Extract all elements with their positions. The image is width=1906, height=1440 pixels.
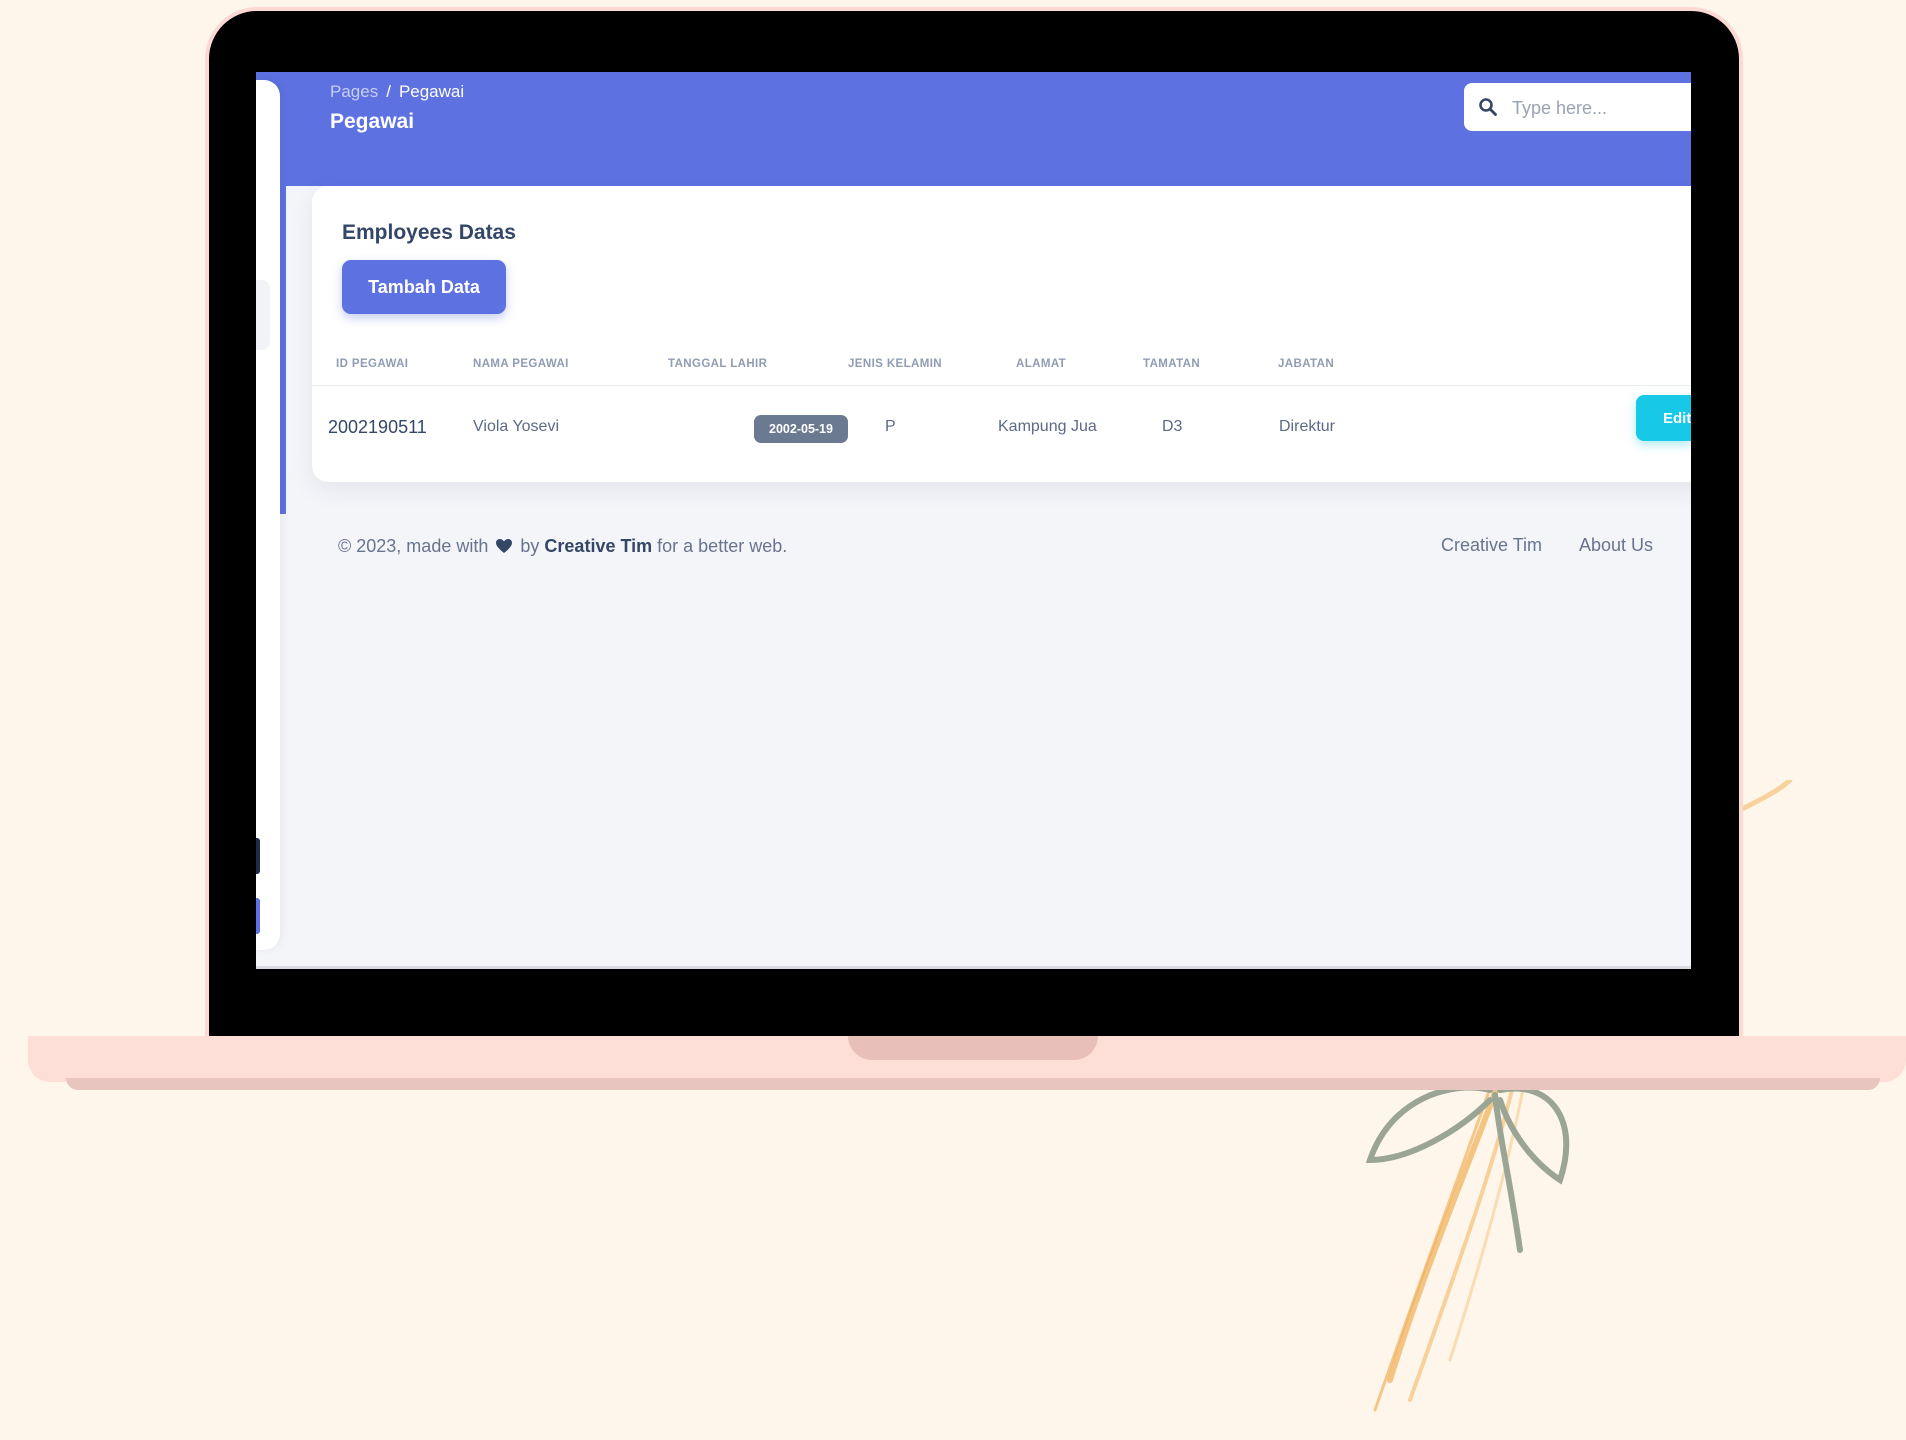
- footer-copyright: © 2023, made with by Creative Tim for a …: [338, 536, 787, 557]
- sidebar-active-item[interactable]: [256, 280, 270, 350]
- column-header-tanggal-lahir: TANGGAL LAHIR: [668, 358, 768, 370]
- column-header-jabatan: JABATAN: [1278, 358, 1335, 370]
- search-input[interactable]: [1510, 93, 1691, 123]
- cell-alamat: Kampung Jua: [998, 418, 1097, 435]
- sidebar-button-dark[interactable]: [256, 838, 260, 874]
- footer-prefix: © 2023, made with: [338, 536, 489, 556]
- screen-bottom-edge: [256, 966, 1691, 969]
- footer-link-about-us[interactable]: About Us: [1579, 535, 1653, 556]
- breadcrumb: Pages / Pegawai: [330, 82, 464, 102]
- date-badge: 2002-05-19: [754, 415, 848, 443]
- sidebar[interactable]: [256, 80, 280, 950]
- laptop-base-shadow: [66, 1078, 1880, 1090]
- footer-link-creative-tim[interactable]: Creative Tim: [1441, 535, 1542, 556]
- cell-nama: Viola Yosevi: [473, 418, 559, 435]
- breadcrumb-separator: /: [386, 82, 391, 101]
- column-header-nama: NAMA PEGAWAI: [473, 358, 569, 370]
- cell-jabatan: Direktur: [1279, 418, 1336, 435]
- card-title: Employees Datas: [342, 221, 516, 244]
- laptop-screen: Pages / Pegawai Pegawai Employees Datas Ta…: [256, 72, 1691, 969]
- laptop-notch: [848, 1036, 1098, 1060]
- page-title: Pegawai: [330, 110, 415, 133]
- cell-id: 2002190511: [328, 417, 427, 437]
- cell-tamatan: D3: [1162, 418, 1183, 435]
- footer-author-link[interactable]: Creative Tim: [544, 536, 652, 556]
- table-divider: [312, 385, 1691, 386]
- column-header-tamatan: TAMATAN: [1143, 358, 1201, 370]
- employees-card: Employees Datas Tambah Data ID PEGAWAI N…: [312, 186, 1691, 482]
- footer-suffix: for a better web.: [657, 536, 788, 556]
- column-header-alamat: ALAMAT: [1016, 358, 1067, 370]
- sidebar-button-primary[interactable]: [256, 898, 260, 934]
- cell-jenis-kelamin: P: [885, 418, 896, 435]
- heart-icon: [496, 539, 513, 553]
- footer-by: by: [520, 536, 540, 556]
- breadcrumb-root[interactable]: Pages: [330, 82, 378, 101]
- search-icon: [1479, 98, 1497, 116]
- column-header-jenis-kelamin: JENIS KELAMIN: [848, 358, 943, 370]
- breadcrumb-current: Pegawai: [398, 82, 465, 101]
- edit-button[interactable]: Edit: [1636, 395, 1691, 441]
- search-box[interactable]: [1464, 83, 1691, 131]
- add-data-button[interactable]: Tambah Data: [342, 260, 506, 314]
- column-header-id: ID PEGAWAI: [336, 358, 409, 370]
